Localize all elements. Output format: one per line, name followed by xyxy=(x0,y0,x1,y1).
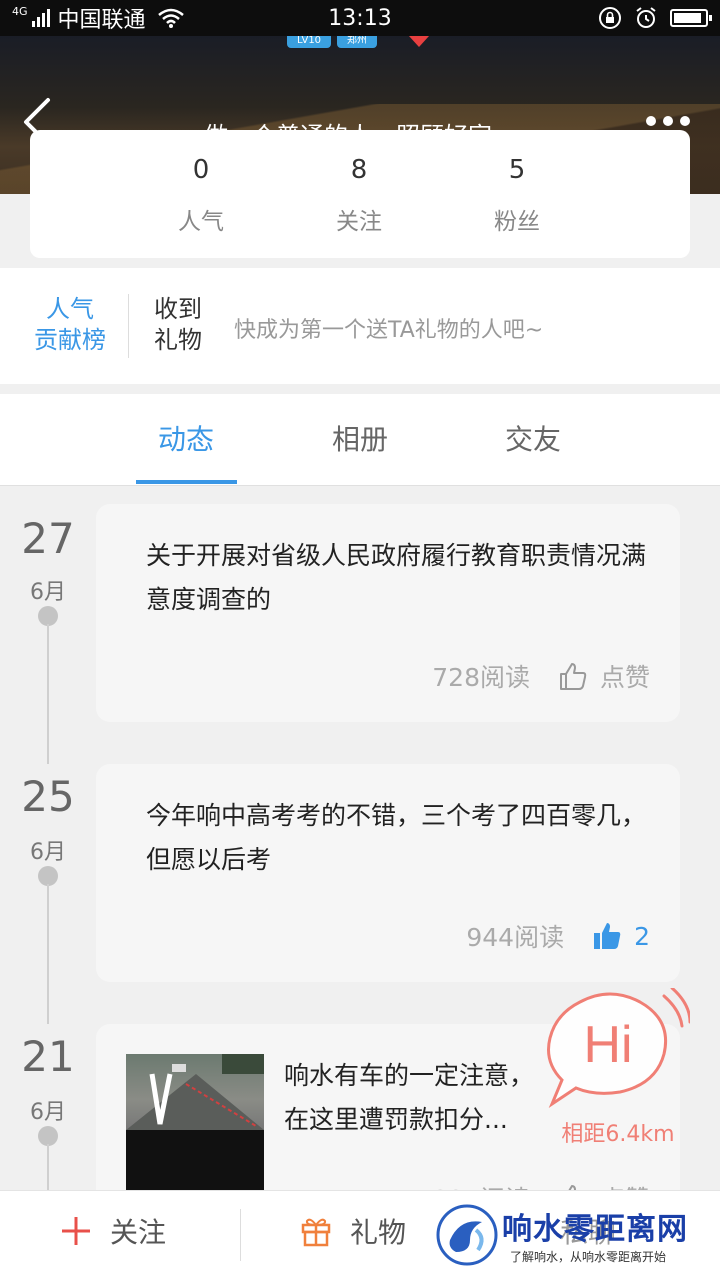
stat-following[interactable]: 8 关注 xyxy=(309,150,409,236)
timeline-line xyxy=(47,884,49,1024)
stats-card: 0 人气 8 关注 5 粉丝 xyxy=(30,130,690,258)
post-meta: 895阅读 点赞 xyxy=(432,1180,650,1190)
post-thumbnail[interactable]: 1张 xyxy=(126,1054,264,1190)
plus-icon xyxy=(62,1217,90,1245)
follow-label: 关注 xyxy=(110,1216,167,1249)
timeline-line xyxy=(47,624,49,764)
gift-hint[interactable]: 快成为第一个送TA礼物的人吧~ xyxy=(234,312,543,344)
thumbs-up-filled-icon[interactable] xyxy=(592,921,622,951)
tab-album[interactable]: 相册 xyxy=(310,418,410,458)
received-label-line2: 礼物 xyxy=(154,326,202,354)
post-card[interactable]: 关于开展对省级人民政府履行教育职责情况满意度调查的 728阅读 点赞 xyxy=(96,504,680,722)
rank-label-line2: 贡献榜 xyxy=(34,326,106,354)
site-watermark: 响水零距离网 了解响水，从响水零距离开始 xyxy=(432,1198,720,1280)
stat-label: 关注 xyxy=(336,209,382,235)
stat-label: 粉丝 xyxy=(494,209,540,235)
more-options-button[interactable] xyxy=(646,116,690,126)
stat-value: 5 xyxy=(508,155,526,185)
status-clock: 13:13 xyxy=(328,5,392,31)
timeline-line xyxy=(47,1144,49,1190)
thumbs-up-icon[interactable] xyxy=(558,661,588,691)
post-reads: 728阅读 xyxy=(432,663,530,692)
heart-icon xyxy=(409,36,429,47)
stat-followers[interactable]: 5 粉丝 xyxy=(467,150,567,236)
post-meta: 944阅读 2 xyxy=(466,918,650,954)
follow-button[interactable]: 关注 xyxy=(60,1211,166,1251)
received-label-line1: 收到 xyxy=(154,295,202,323)
divider xyxy=(240,1209,241,1261)
post-day: 25 xyxy=(21,772,75,821)
active-tab-indicator xyxy=(136,480,237,484)
user-badges: LV10 郑州 xyxy=(287,36,378,48)
thumbs-up-icon[interactable] xyxy=(558,1183,588,1190)
rank-label-line1: 人气 xyxy=(46,295,94,323)
content-tabs: 动态 相册 交友 xyxy=(0,394,720,486)
stat-label: 人气 xyxy=(178,209,224,235)
post-month: 6月 xyxy=(30,840,66,865)
city-badge: 郑州 xyxy=(337,36,378,48)
status-bar: 4G 中国联通 13:13 xyxy=(0,0,720,36)
site-logo-icon xyxy=(436,1204,498,1266)
level-badge: LV10 xyxy=(287,36,332,48)
post-meta: 728阅读 点赞 xyxy=(432,658,650,694)
post-card[interactable]: 今年响中高考考的不错，三个考了四百零几，但愿以后考 944阅读 2 xyxy=(96,764,680,982)
post-month: 6月 xyxy=(30,580,66,605)
post-reads: 944阅读 xyxy=(466,923,565,952)
timeline-dot xyxy=(38,1126,58,1146)
gift-label: 礼物 xyxy=(350,1216,407,1249)
post-likes: 点赞 xyxy=(599,663,650,692)
post-reads: 895阅读 xyxy=(432,1180,530,1190)
post-day: 21 xyxy=(21,1032,75,1081)
stat-value: 8 xyxy=(350,155,368,185)
contribution-rank-link[interactable]: 人气 贡献榜 xyxy=(20,294,120,356)
post-month: 6月 xyxy=(30,1100,66,1125)
watermark-subtitle: 了解响水，从响水零距离开始 xyxy=(510,1250,667,1264)
post-likes: 2 xyxy=(634,921,650,951)
hi-bubble-button[interactable]: Hi xyxy=(540,988,690,1108)
tab-moments[interactable]: 动态 xyxy=(136,418,236,458)
received-gifts-label: 收到 礼物 xyxy=(148,294,208,356)
divider xyxy=(128,294,129,358)
watermark-title: 响水零距离网 xyxy=(502,1212,688,1247)
post-likes: 点赞 xyxy=(600,1180,650,1190)
post-title: 响水有车的一定注意，在这里遭罚款扣分... xyxy=(284,1061,535,1134)
stat-popularity[interactable]: 0 人气 xyxy=(151,150,251,236)
post-title: 今年响中高考考的不错，三个考了四百零几，但愿以后考 xyxy=(146,801,647,874)
post-title: 关于开展对省级人民政府履行教育职责情况满意度调查的 xyxy=(146,541,647,614)
battery-icon xyxy=(670,9,712,27)
gift-icon xyxy=(301,1218,331,1247)
timeline-dot xyxy=(38,866,58,886)
post-day: 27 xyxy=(21,514,75,563)
road-photo xyxy=(126,1054,264,1130)
gift-button[interactable]: 礼物 xyxy=(300,1211,406,1251)
hi-text: Hi xyxy=(583,1016,632,1074)
distance-label: 相距6.4km xyxy=(561,1122,675,1147)
tab-dating[interactable]: 交友 xyxy=(483,418,583,458)
stat-value: 0 xyxy=(192,155,210,185)
gift-section: 人气 贡献榜 收到 礼物 快成为第一个送TA礼物的人吧~ xyxy=(0,268,720,384)
timeline-dot xyxy=(38,606,58,626)
